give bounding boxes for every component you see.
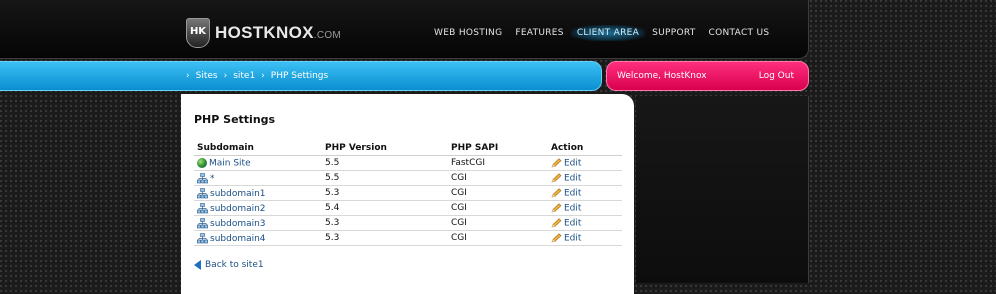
edit-link[interactable]: Edit xyxy=(564,158,581,168)
column-header-subdomain: Subdomain xyxy=(194,140,322,156)
table-row: * 5.5 CGI Edit xyxy=(194,170,622,186)
main-nav: WEB HOSTING FEATURES CLIENT AREA SUPPORT… xyxy=(428,25,776,41)
php-sapi-cell: FastCGI xyxy=(448,155,548,171)
subdomain-cell: subdomain3 xyxy=(194,215,322,231)
php-version-cell: 5.5 xyxy=(322,155,448,171)
shield-logo-icon: HK xyxy=(186,18,210,48)
subdomain-cell: subdomain2 xyxy=(194,200,322,216)
sitemap-icon xyxy=(197,172,210,184)
subdomain-link[interactable]: * xyxy=(210,174,215,184)
action-cell: Edit xyxy=(548,185,622,201)
breadcrumb-separator: › xyxy=(186,71,190,81)
breadcrumb: › Sites › site1 › PHP Settings xyxy=(186,71,328,81)
subdomain-link[interactable]: subdomain3 xyxy=(210,219,266,229)
nav-support[interactable]: SUPPORT xyxy=(646,25,701,41)
sitemap-icon xyxy=(197,232,210,244)
globe-icon xyxy=(197,157,207,168)
subdomain-link[interactable]: subdomain4 xyxy=(210,234,266,244)
table-header-row: Subdomain PHP Version PHP SAPI Action xyxy=(194,140,622,156)
brand-suffix: .COM xyxy=(313,30,342,41)
nav-contact-us[interactable]: CONTACT US xyxy=(703,25,776,41)
back-link-label: Back to site1 xyxy=(205,260,264,270)
php-version-cell: 5.3 xyxy=(322,185,448,201)
subdomain-cell: * xyxy=(194,170,322,186)
subdomain-link[interactable]: Main Site xyxy=(209,158,251,168)
column-header-action: Action xyxy=(548,140,622,156)
nav-client-area[interactable]: CLIENT AREA xyxy=(570,25,646,41)
subdomain-link[interactable]: subdomain2 xyxy=(210,204,266,214)
subdomain-cell: Main Site xyxy=(194,155,322,171)
table-row: Main Site 5.5 FastCGI Edit xyxy=(194,155,622,171)
brand-name: HOSTKNOX.COM xyxy=(215,23,341,43)
action-cell: Edit xyxy=(548,155,622,171)
edit-link[interactable]: Edit xyxy=(564,218,581,228)
sitemap-icon xyxy=(197,217,210,229)
edit-link[interactable]: Edit xyxy=(564,173,581,183)
php-sapi-cell: CGI xyxy=(448,185,548,201)
breadcrumb-separator: › xyxy=(223,71,228,81)
php-sapi-cell: CGI xyxy=(448,230,548,246)
action-cell: Edit xyxy=(548,230,622,246)
action-cell: Edit xyxy=(548,200,622,216)
back-link[interactable]: Back to site1 xyxy=(194,260,264,270)
breadcrumb-site1[interactable]: site1 xyxy=(233,71,255,81)
pencil-icon xyxy=(551,173,564,183)
sitemap-icon xyxy=(197,202,210,214)
pencil-icon xyxy=(551,158,564,168)
subdomain-link[interactable]: subdomain1 xyxy=(210,189,266,199)
php-sapi-cell: CGI xyxy=(448,200,548,216)
pencil-icon xyxy=(551,203,564,213)
subdomain-cell: subdomain4 xyxy=(194,230,322,246)
column-header-php-sapi: PHP SAPI xyxy=(448,140,548,156)
user-bar: Welcome, HostKnox Log Out xyxy=(606,61,809,91)
table-row: subdomain4 5.3 CGI Edit xyxy=(194,230,622,246)
edit-link[interactable]: Edit xyxy=(564,203,581,213)
nav-features[interactable]: FEATURES xyxy=(509,25,569,41)
table-row: subdomain1 5.3 CGI Edit xyxy=(194,185,622,201)
side-panel xyxy=(636,96,809,283)
back-arrow-icon xyxy=(194,260,201,270)
edit-link[interactable]: Edit xyxy=(564,233,581,243)
pencil-icon xyxy=(551,233,564,243)
php-sapi-cell: CGI xyxy=(448,215,548,231)
breadcrumb-bar: › Sites › site1 › PHP Settings xyxy=(0,61,602,91)
welcome-text: Welcome, HostKnox xyxy=(617,71,707,81)
logo[interactable]: HK HOSTKNOX.COM xyxy=(186,18,341,48)
pencil-icon xyxy=(551,218,564,228)
logout-link[interactable]: Log Out xyxy=(759,71,794,81)
nav-web-hosting[interactable]: WEB HOSTING xyxy=(428,25,508,41)
content-panel: PHP Settings Subdomain PHP Version PHP S… xyxy=(181,94,634,294)
php-version-cell: 5.4 xyxy=(322,200,448,216)
breadcrumb-current: PHP Settings xyxy=(270,71,329,81)
php-sapi-cell: CGI xyxy=(448,170,548,186)
brand-name-text: HOSTKNOX xyxy=(215,23,314,42)
pencil-icon xyxy=(551,188,564,198)
action-cell: Edit xyxy=(548,170,622,186)
column-header-php-version: PHP Version xyxy=(322,140,448,156)
php-settings-table: Subdomain PHP Version PHP SAPI Action Ma… xyxy=(194,140,622,246)
breadcrumb-sites[interactable]: Sites xyxy=(196,71,218,81)
table-row: subdomain2 5.4 CGI Edit xyxy=(194,200,622,216)
action-cell: Edit xyxy=(548,215,622,231)
sitemap-icon xyxy=(197,187,210,199)
php-version-cell: 5.5 xyxy=(322,170,448,186)
php-version-cell: 5.3 xyxy=(322,215,448,231)
php-version-cell: 5.3 xyxy=(322,230,448,246)
edit-link[interactable]: Edit xyxy=(564,188,581,198)
breadcrumb-separator: › xyxy=(261,71,265,81)
page-title: PHP Settings xyxy=(194,113,276,126)
table-row: subdomain3 5.3 CGI Edit xyxy=(194,215,622,231)
subdomain-cell: subdomain1 xyxy=(194,185,322,201)
table-body: Main Site 5.5 FastCGI Edit * 5.5 CGI Edit subdom… xyxy=(194,155,622,246)
